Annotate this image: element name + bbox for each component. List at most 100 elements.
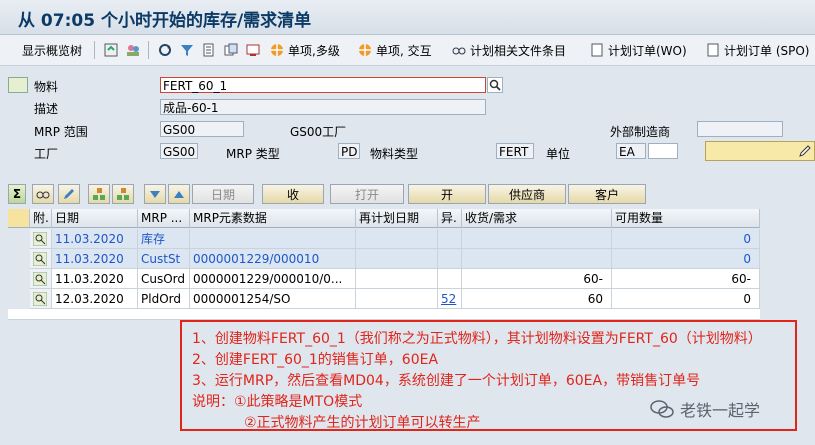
date-button[interactable]: 日期 — [192, 184, 254, 204]
row-data: 0000001229/000010/0... — [190, 269, 356, 289]
row-select-icon[interactable] — [8, 209, 30, 228]
plan-related-entries-button[interactable]: 计划相关文件条目 — [452, 41, 566, 59]
mrp-area-label: MRP 范围 — [34, 125, 88, 139]
open2-button-label: 开 — [440, 187, 453, 202]
external-vendor-field — [697, 121, 783, 137]
description-label: 描述 — [34, 102, 59, 116]
column-header-reschedule-date[interactable]: 再计划日期 — [356, 209, 438, 228]
material-type-field: FERT — [496, 143, 534, 159]
row-data: 0000001254/SO — [190, 289, 356, 309]
receipt-button[interactable]: 收 — [262, 184, 324, 204]
detail-icon[interactable] — [30, 289, 52, 309]
recalculate-icon[interactable] — [158, 41, 172, 59]
single-item-multilevel-label: 单项,多级 — [288, 43, 340, 58]
customer-button-label: 客户 — [594, 187, 619, 202]
empty-grid-area — [8, 309, 760, 320]
glasses-icon[interactable] — [32, 184, 54, 204]
wechat-icon — [650, 400, 674, 418]
column-header-receipt-requirement[interactable]: 收货/需求 — [462, 209, 612, 228]
sum-icon[interactable]: Σ — [8, 184, 26, 204]
glasses-icon — [452, 47, 466, 55]
open-button[interactable]: 打开 — [330, 184, 404, 204]
row-mrp: 库存 — [138, 229, 190, 249]
row-available: 60- — [612, 269, 760, 289]
planned-order-spo-label: 计划订单 (SPO) — [724, 43, 810, 58]
column-header-exception[interactable]: 异. — [438, 209, 462, 228]
search-icon[interactable] — [487, 77, 503, 93]
row-available: 0 — [612, 249, 760, 269]
pencil-icon — [799, 145, 811, 157]
watermark-text: 老铁一起学 — [680, 401, 761, 420]
external-vendor-label: 外部制造商 — [610, 125, 671, 139]
detail-icon[interactable] — [30, 229, 52, 249]
row-available: 0 — [612, 229, 760, 249]
note-line-1: 1、创建物料FERT_60_1（我们称之为正式物料），其计划物料设置为FERT_… — [192, 331, 762, 347]
hierarchy-icon[interactable] — [112, 184, 134, 204]
single-item-interactive-button[interactable]: 单项, 交互 — [358, 41, 432, 59]
plant-field: GS00 — [160, 143, 198, 159]
customer-button[interactable]: 客户 — [568, 184, 646, 204]
table-row[interactable]: 11.03.2020 CustSt 0000001229/000010 0 — [8, 249, 760, 269]
row-exception — [438, 249, 462, 269]
unit-extra-field[interactable] — [648, 143, 678, 159]
table-row[interactable]: 12.03.2020 PldOrd 0000001254/SO 52 60 0 — [8, 289, 760, 309]
unit-field: EA — [616, 143, 646, 159]
mrp-type-field: PD — [338, 143, 360, 159]
row-qty: 60- — [462, 269, 612, 289]
unit-label: 单位 — [546, 147, 571, 161]
document-icon[interactable] — [202, 41, 216, 59]
column-header-mrp-element-data[interactable]: MRP元素数据 — [190, 209, 356, 228]
table-row[interactable]: 11.03.2020 库存 0 — [8, 229, 760, 249]
row-date: 11.03.2020 — [52, 249, 138, 269]
row-exception — [438, 229, 462, 249]
row-qty — [462, 229, 612, 249]
watermark: 老铁一起学 — [650, 397, 760, 421]
row-date: 11.03.2020 — [52, 269, 138, 289]
row-mrp: CusOrd — [138, 269, 190, 289]
note-line-2: 2、创建FERT_60_1的销售订单，60EA — [192, 352, 439, 368]
vendor-button-label: 供应商 — [508, 187, 545, 202]
people-icon[interactable] — [126, 41, 140, 59]
detail-icon[interactable] — [30, 269, 52, 289]
mrp-area-field: GS00 — [160, 121, 244, 137]
orange-ball-icon — [271, 44, 283, 56]
column-header-available-qty[interactable]: 可用数量 — [612, 209, 760, 228]
sort-up-icon[interactable] — [168, 184, 190, 204]
display-icon[interactable] — [246, 41, 260, 59]
pencil-icon[interactable] — [58, 184, 80, 204]
open2-button[interactable]: 开 — [408, 184, 486, 204]
copy-icon[interactable] — [224, 41, 238, 59]
title-bar: 从 07:05 个小时开始的库存/需求清单 — [0, 0, 815, 35]
row-exception-link[interactable]: 52 — [438, 289, 462, 309]
column-header-attachment[interactable]: 附. — [30, 209, 52, 228]
table-row[interactable]: 11.03.2020 CusOrd 0000001229/000010/0...… — [8, 269, 760, 289]
planned-order-wo-label: 计划订单(WO) — [608, 43, 687, 58]
row-date: 12.03.2020 — [52, 289, 138, 309]
material-field[interactable]: FERT_60_1 — [160, 77, 486, 93]
filter-icon[interactable] — [180, 41, 194, 59]
detail-icon[interactable] — [30, 249, 52, 269]
row-resched — [356, 229, 438, 249]
edit-field-box[interactable] — [705, 141, 815, 161]
column-header-date[interactable]: 日期 — [52, 209, 138, 228]
refresh-icon[interactable] — [104, 41, 118, 59]
row-qty — [462, 249, 612, 269]
show-overview-tree-button[interactable]: 显示概览树 — [22, 41, 82, 59]
hierarchy-icon[interactable] — [88, 184, 110, 204]
row-mrp: PldOrd — [138, 289, 190, 309]
planned-order-spo-button[interactable]: 计划订单 (SPO) — [706, 41, 809, 59]
column-header-mrp[interactable]: MRP ... — [138, 209, 190, 228]
material-icon-button[interactable] — [8, 77, 28, 93]
planned-order-wo-button[interactable]: 计划订单(WO) — [590, 41, 687, 59]
plan-related-entries-label: 计划相关文件条目 — [470, 43, 567, 58]
row-data: 0000001229/000010 — [190, 249, 356, 269]
row-resched — [356, 269, 438, 289]
vendor-button[interactable]: 供应商 — [488, 184, 566, 204]
note-line-5: ②正式物料产生的计划订单可以转生产 — [244, 415, 481, 431]
sort-down-icon[interactable] — [144, 184, 166, 204]
mrp-area-text: GS00工厂 — [290, 125, 347, 139]
note-line-3: 3、运行MRP，然后查看MD04，系统创建了一个计划订单，60EA，带销售订单号 — [192, 373, 701, 389]
single-item-multilevel-button[interactable]: 单项,多级 — [270, 41, 340, 59]
toolbar-separator — [94, 41, 95, 59]
receipt-button-label: 收 — [286, 187, 299, 202]
